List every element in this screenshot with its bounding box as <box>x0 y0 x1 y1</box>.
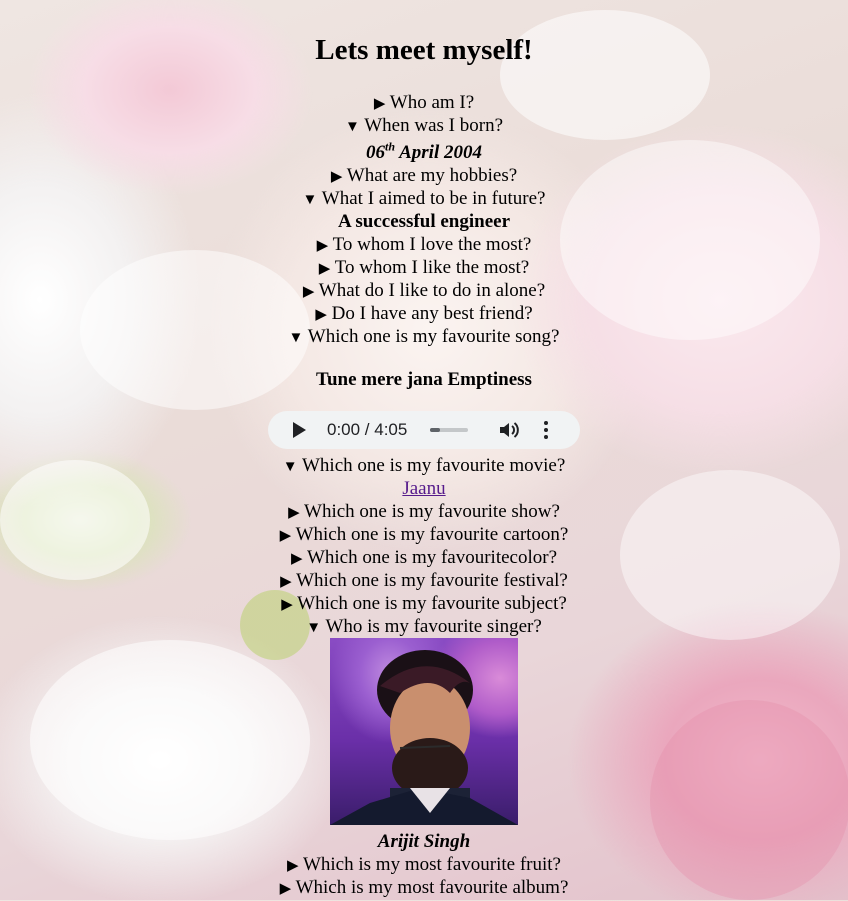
collapsed-triangle-icon: ▶ <box>279 881 292 897</box>
summary-movie[interactable]: ▼ Which one is my favourite movie? <box>0 454 848 479</box>
collapsed-triangle-icon: ▶ <box>279 528 292 544</box>
summary-show[interactable]: ▶ Which one is my favourite show? <box>0 500 848 525</box>
answer-singer: Arijit Singh <box>377 831 471 852</box>
movie-link[interactable]: Jaanu <box>402 478 445 499</box>
summary-like[interactable]: ▶ To whom I like the most? <box>0 256 848 281</box>
expanded-triangle-icon: ▼ <box>288 330 304 346</box>
summary-color[interactable]: ▶ Which one is my favouritecolor? <box>0 546 848 571</box>
collapsed-triangle-icon: ▶ <box>315 307 327 323</box>
volume-icon[interactable] <box>498 420 520 440</box>
audio-progress-slider[interactable] <box>430 428 468 432</box>
singer-photo <box>330 638 518 825</box>
collapsed-triangle-icon: ▶ <box>288 505 300 521</box>
collapsed-triangle-icon: ▶ <box>280 574 292 590</box>
expanded-triangle-icon: ▼ <box>344 119 360 135</box>
summary-album[interactable]: ▶ Which is my most favourite album? <box>0 876 848 901</box>
collapsed-triangle-icon: ▶ <box>302 284 315 300</box>
more-options-icon[interactable] <box>543 420 549 440</box>
summary-hobbies[interactable]: ▶ What are my hobbies? <box>0 164 848 189</box>
collapsed-triangle-icon: ▶ <box>316 238 329 254</box>
answer-song: Tune mere jana Emptiness <box>316 369 532 390</box>
page-title: Lets meet myself! <box>315 34 533 66</box>
collapsed-triangle-icon: ▶ <box>287 858 299 874</box>
collapsed-triangle-icon: ▶ <box>318 261 331 277</box>
summary-alone[interactable]: ▶ What do I like to do in alone? <box>0 279 848 304</box>
summary-best-friend[interactable]: ▶ Do I have any best friend? <box>0 302 848 327</box>
summary-singer[interactable]: ▼ Who is my favourite singer? <box>0 615 848 640</box>
background-petal <box>30 640 310 840</box>
answer-born: 06th April 2004 <box>366 139 482 163</box>
summary-who-am-i[interactable]: ▶ Who am I? <box>0 91 848 116</box>
summary-future[interactable]: ▼ What I aimed to be in future? <box>0 187 848 212</box>
singer-portrait-illustration <box>330 650 518 825</box>
summary-fruit[interactable]: ▶ Which is my most favourite fruit? <box>0 853 848 878</box>
answer-movie: Jaanu <box>0 477 848 500</box>
play-icon[interactable] <box>293 422 306 438</box>
collapsed-triangle-icon: ▶ <box>281 597 293 613</box>
summary-love[interactable]: ▶ To whom I love the most? <box>0 233 848 258</box>
expanded-triangle-icon: ▼ <box>282 459 298 475</box>
audio-player[interactable]: 0:00 / 4:05 <box>268 411 580 449</box>
answer-future: A successful engineer <box>337 211 511 232</box>
audio-time: 0:00 / 4:05 <box>327 420 408 439</box>
collapsed-triangle-icon: ▶ <box>290 551 303 567</box>
expanded-triangle-icon: ▼ <box>306 620 322 636</box>
collapsed-triangle-icon: ▶ <box>330 169 343 185</box>
expanded-triangle-icon: ▼ <box>302 192 318 208</box>
summary-festival[interactable]: ▶ Which one is my favourite festival? <box>0 569 848 594</box>
audio-progress-fill <box>430 428 440 432</box>
summary-cartoon[interactable]: ▶ Which one is my favourite cartoon? <box>0 523 848 548</box>
summary-born[interactable]: ▼ When was I born? <box>0 114 848 139</box>
summary-song[interactable]: ▼ Which one is my favourite song? <box>0 325 848 350</box>
summary-subject[interactable]: ▶ Which one is my favourite subject? <box>0 592 848 617</box>
collapsed-triangle-icon: ▶ <box>373 96 386 112</box>
